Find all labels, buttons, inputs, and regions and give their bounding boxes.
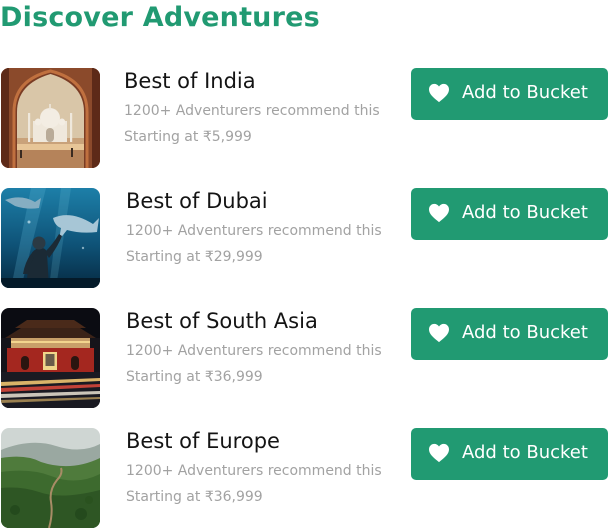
adventure-image-south-asia[interactable] [1, 308, 100, 408]
adventure-card-europe[interactable]: Best of Europe 1200+ Adventurers recomme… [0, 428, 608, 528]
heart-icon [429, 83, 449, 103]
add-to-bucket-label: Add to Bucket [462, 82, 588, 103]
add-to-bucket-button[interactable]: Add to Bucket [411, 428, 608, 480]
add-to-bucket-label: Add to Bucket [462, 442, 588, 463]
adventure-name[interactable]: Best of South Asia [126, 309, 318, 333]
tiananmen-image [1, 308, 100, 408]
adventure-name[interactable]: Best of Europe [126, 429, 280, 453]
adventure-image-dubai[interactable] [1, 188, 100, 288]
heart-icon [429, 203, 449, 223]
heart-icon [429, 323, 449, 343]
taj-mahal-image [1, 68, 100, 168]
adventure-card-india[interactable]: Best of India 1200+ Adventurers recommen… [0, 68, 608, 168]
add-to-bucket-label: Add to Bucket [462, 322, 588, 343]
adventure-image-india[interactable] [1, 68, 100, 168]
starting-price: Starting at ₹29,999 [126, 249, 263, 265]
adventure-card-south-asia[interactable]: Best of South Asia 1200+ Adventurers rec… [0, 308, 608, 408]
add-to-bucket-label: Add to Bucket [462, 202, 588, 223]
mountain-ridge-image [1, 428, 100, 528]
heart-icon [429, 443, 449, 463]
recommend-count: 1200+ Adventurers recommend this [126, 463, 382, 479]
recommend-count: 1200+ Adventurers recommend this [124, 103, 380, 119]
starting-price: Starting at ₹36,999 [126, 369, 263, 385]
recommend-count: 1200+ Adventurers recommend this [126, 223, 382, 239]
starting-price: Starting at ₹36,999 [126, 489, 263, 505]
adventure-list: Best of India 1200+ Adventurers recommen… [0, 0, 608, 528]
discover-adventures-page: Discover Adventures Best of India 1200+ … [0, 0, 608, 528]
adventure-image-europe[interactable] [1, 428, 100, 528]
add-to-bucket-button[interactable]: Add to Bucket [411, 308, 608, 360]
add-to-bucket-button[interactable]: Add to Bucket [411, 68, 608, 120]
adventure-name[interactable]: Best of Dubai [126, 189, 268, 213]
starting-price: Starting at ₹5,999 [124, 129, 252, 145]
adventure-card-dubai[interactable]: Best of Dubai 1200+ Adventurers recommen… [0, 188, 608, 288]
add-to-bucket-button[interactable]: Add to Bucket [411, 188, 608, 240]
aquarium-image [1, 188, 100, 288]
recommend-count: 1200+ Adventurers recommend this [126, 343, 382, 359]
adventure-name[interactable]: Best of India [124, 69, 256, 93]
